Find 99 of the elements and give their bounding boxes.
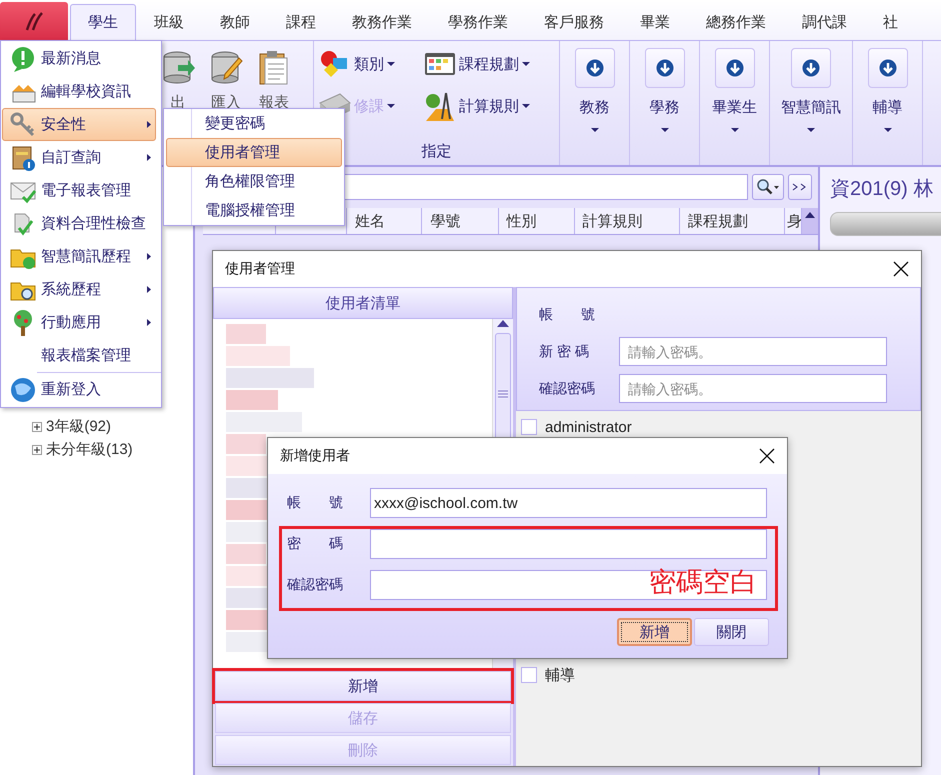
expand-icon[interactable] bbox=[32, 444, 42, 454]
input-field[interactable]: xxxx@ischool.com.tw bbox=[370, 488, 767, 518]
password-field[interactable]: 請輸入密碼。 bbox=[619, 337, 887, 366]
double-chevron-icon bbox=[792, 182, 808, 192]
toolbar-button[interactable]: 智慧簡訊 bbox=[770, 41, 853, 165]
input-field[interactable] bbox=[370, 570, 767, 600]
close-button[interactable] bbox=[759, 448, 775, 464]
compass-icon bbox=[424, 91, 456, 121]
menu-item[interactable]: 使用者管理 bbox=[166, 138, 342, 167]
caret-icon bbox=[884, 127, 892, 133]
caret-icon bbox=[522, 103, 530, 109]
group-title: 指定 bbox=[420, 142, 452, 161]
dialog-button[interactable]: 關閉 bbox=[694, 618, 769, 646]
menu-item[interactable]: 變更密碼 bbox=[166, 109, 342, 138]
column-header[interactable]: 計算規則 bbox=[574, 208, 680, 234]
input-field[interactable] bbox=[370, 529, 767, 559]
download-icon bbox=[656, 59, 674, 77]
menu-item[interactable]: 最新消息 bbox=[2, 42, 156, 75]
menu-item[interactable]: 智慧簡訊歷程 bbox=[2, 240, 156, 273]
toolbar-button[interactable]: 課程規劃 bbox=[424, 49, 554, 79]
field-label: 密 碼 bbox=[286, 535, 344, 553]
password-field[interactable]: 請輸入密碼。 bbox=[619, 374, 887, 403]
field-label: 帳 號 bbox=[539, 306, 596, 324]
annotation-text: 密碼空白 bbox=[649, 566, 757, 599]
close-icon bbox=[759, 448, 775, 464]
menu-item[interactable]: 編輯學校資訊 bbox=[2, 75, 156, 108]
tab[interactable]: 畢業 bbox=[622, 4, 688, 40]
tab[interactable]: 總務作業 bbox=[688, 4, 784, 40]
role-label: administrator bbox=[545, 418, 632, 436]
grip-icon bbox=[498, 390, 508, 398]
column-header[interactable]: 性別 bbox=[498, 208, 575, 234]
toolbar-button[interactable]: 類別 bbox=[319, 49, 424, 79]
tab[interactable]: 教務作業 bbox=[334, 4, 430, 40]
close-icon bbox=[893, 261, 909, 277]
close-button[interactable] bbox=[893, 261, 909, 277]
dialog-title: 使用者管理 bbox=[225, 260, 295, 278]
download-icon bbox=[586, 59, 604, 77]
toolbar-button[interactable]: 教務 bbox=[560, 41, 630, 165]
caret-icon bbox=[590, 127, 598, 133]
caret-icon bbox=[660, 127, 668, 133]
next-button[interactable] bbox=[788, 174, 812, 200]
menu-item[interactable]: 電子報表管理 bbox=[2, 174, 156, 207]
toolbar-button[interactable]: 輔導 bbox=[853, 41, 923, 165]
dialog-title: 新增使用者 bbox=[280, 447, 350, 465]
tab[interactable]: 學務作業 bbox=[430, 4, 526, 40]
tab[interactable]: 教師 bbox=[202, 4, 268, 40]
search-button[interactable] bbox=[752, 174, 784, 200]
download-icon bbox=[726, 59, 744, 77]
keys-icon bbox=[9, 110, 37, 138]
logo-button[interactable] bbox=[0, 2, 68, 40]
tab[interactable]: 課程 bbox=[268, 4, 334, 40]
tab[interactable]: 班級 bbox=[136, 4, 202, 40]
role-label: 輔導 bbox=[545, 666, 575, 684]
menu-item[interactable]: 電腦授權管理 bbox=[166, 196, 342, 225]
field-label: 帳 號 bbox=[286, 494, 344, 512]
up-arrow-icon bbox=[804, 212, 815, 218]
column-header[interactable]: 課程規劃 bbox=[680, 208, 786, 234]
field-label: 新 密 碼 bbox=[539, 342, 590, 360]
dialog-button[interactable]: 新增 bbox=[617, 618, 692, 646]
expand-icon[interactable] bbox=[32, 422, 42, 432]
menu-item[interactable]: 角色權限管理 bbox=[166, 167, 342, 196]
checkbox[interactable] bbox=[521, 419, 537, 435]
list-header: 使用者清單 bbox=[213, 287, 513, 319]
up-arrow-icon bbox=[497, 319, 509, 327]
tab[interactable]: 調代課 bbox=[784, 4, 865, 40]
tab[interactable]: 社 bbox=[865, 4, 916, 40]
speech-bubble-icon bbox=[9, 44, 37, 72]
toolbar-button[interactable]: 計算規則 bbox=[424, 91, 554, 121]
menu-item[interactable]: 報表檔案管理 bbox=[2, 339, 156, 372]
menu-item[interactable]: 系統歷程 bbox=[2, 273, 156, 306]
toolbar-button[interactable]: 學務 bbox=[630, 41, 700, 165]
search-icon bbox=[756, 178, 780, 196]
menu-item[interactable]: 自訂查詢 bbox=[2, 141, 156, 174]
record-title: 資201(9) 林 bbox=[830, 177, 934, 202]
menu-item[interactable]: 重新登入 bbox=[2, 373, 156, 406]
menu-item[interactable]: 行動應用 bbox=[2, 306, 156, 339]
globe-icon bbox=[9, 376, 37, 404]
field-label: 確認密碼 bbox=[539, 380, 596, 398]
caret-icon bbox=[807, 127, 815, 133]
tree-item[interactable]: 未分年級(13) bbox=[46, 440, 133, 459]
column-header[interactable]: 姓名 bbox=[347, 208, 422, 234]
action-button[interactable]: 新增 bbox=[215, 671, 511, 701]
checkbox[interactable] bbox=[521, 667, 537, 683]
caret-icon bbox=[730, 127, 738, 133]
menu-item[interactable]: 安全性 bbox=[2, 108, 156, 141]
toolbar-button[interactable]: 畢業生 bbox=[700, 41, 770, 165]
scrollbar[interactable] bbox=[802, 208, 818, 234]
tab[interactable]: 客戶服務 bbox=[526, 4, 622, 40]
menu-item[interactable]: 資料合理性檢查 bbox=[2, 207, 156, 240]
tree-item[interactable]: 3年級(92) bbox=[46, 417, 112, 436]
caret-icon bbox=[387, 61, 395, 67]
field-label: 確認密碼 bbox=[286, 576, 344, 594]
tab[interactable]: 學生 bbox=[70, 4, 136, 40]
download-icon bbox=[878, 59, 896, 77]
caret-icon bbox=[387, 103, 395, 109]
column-header[interactable]: 學號 bbox=[422, 208, 499, 234]
caret-icon bbox=[522, 61, 530, 67]
logo-icon bbox=[23, 10, 45, 32]
download-icon bbox=[802, 59, 820, 77]
